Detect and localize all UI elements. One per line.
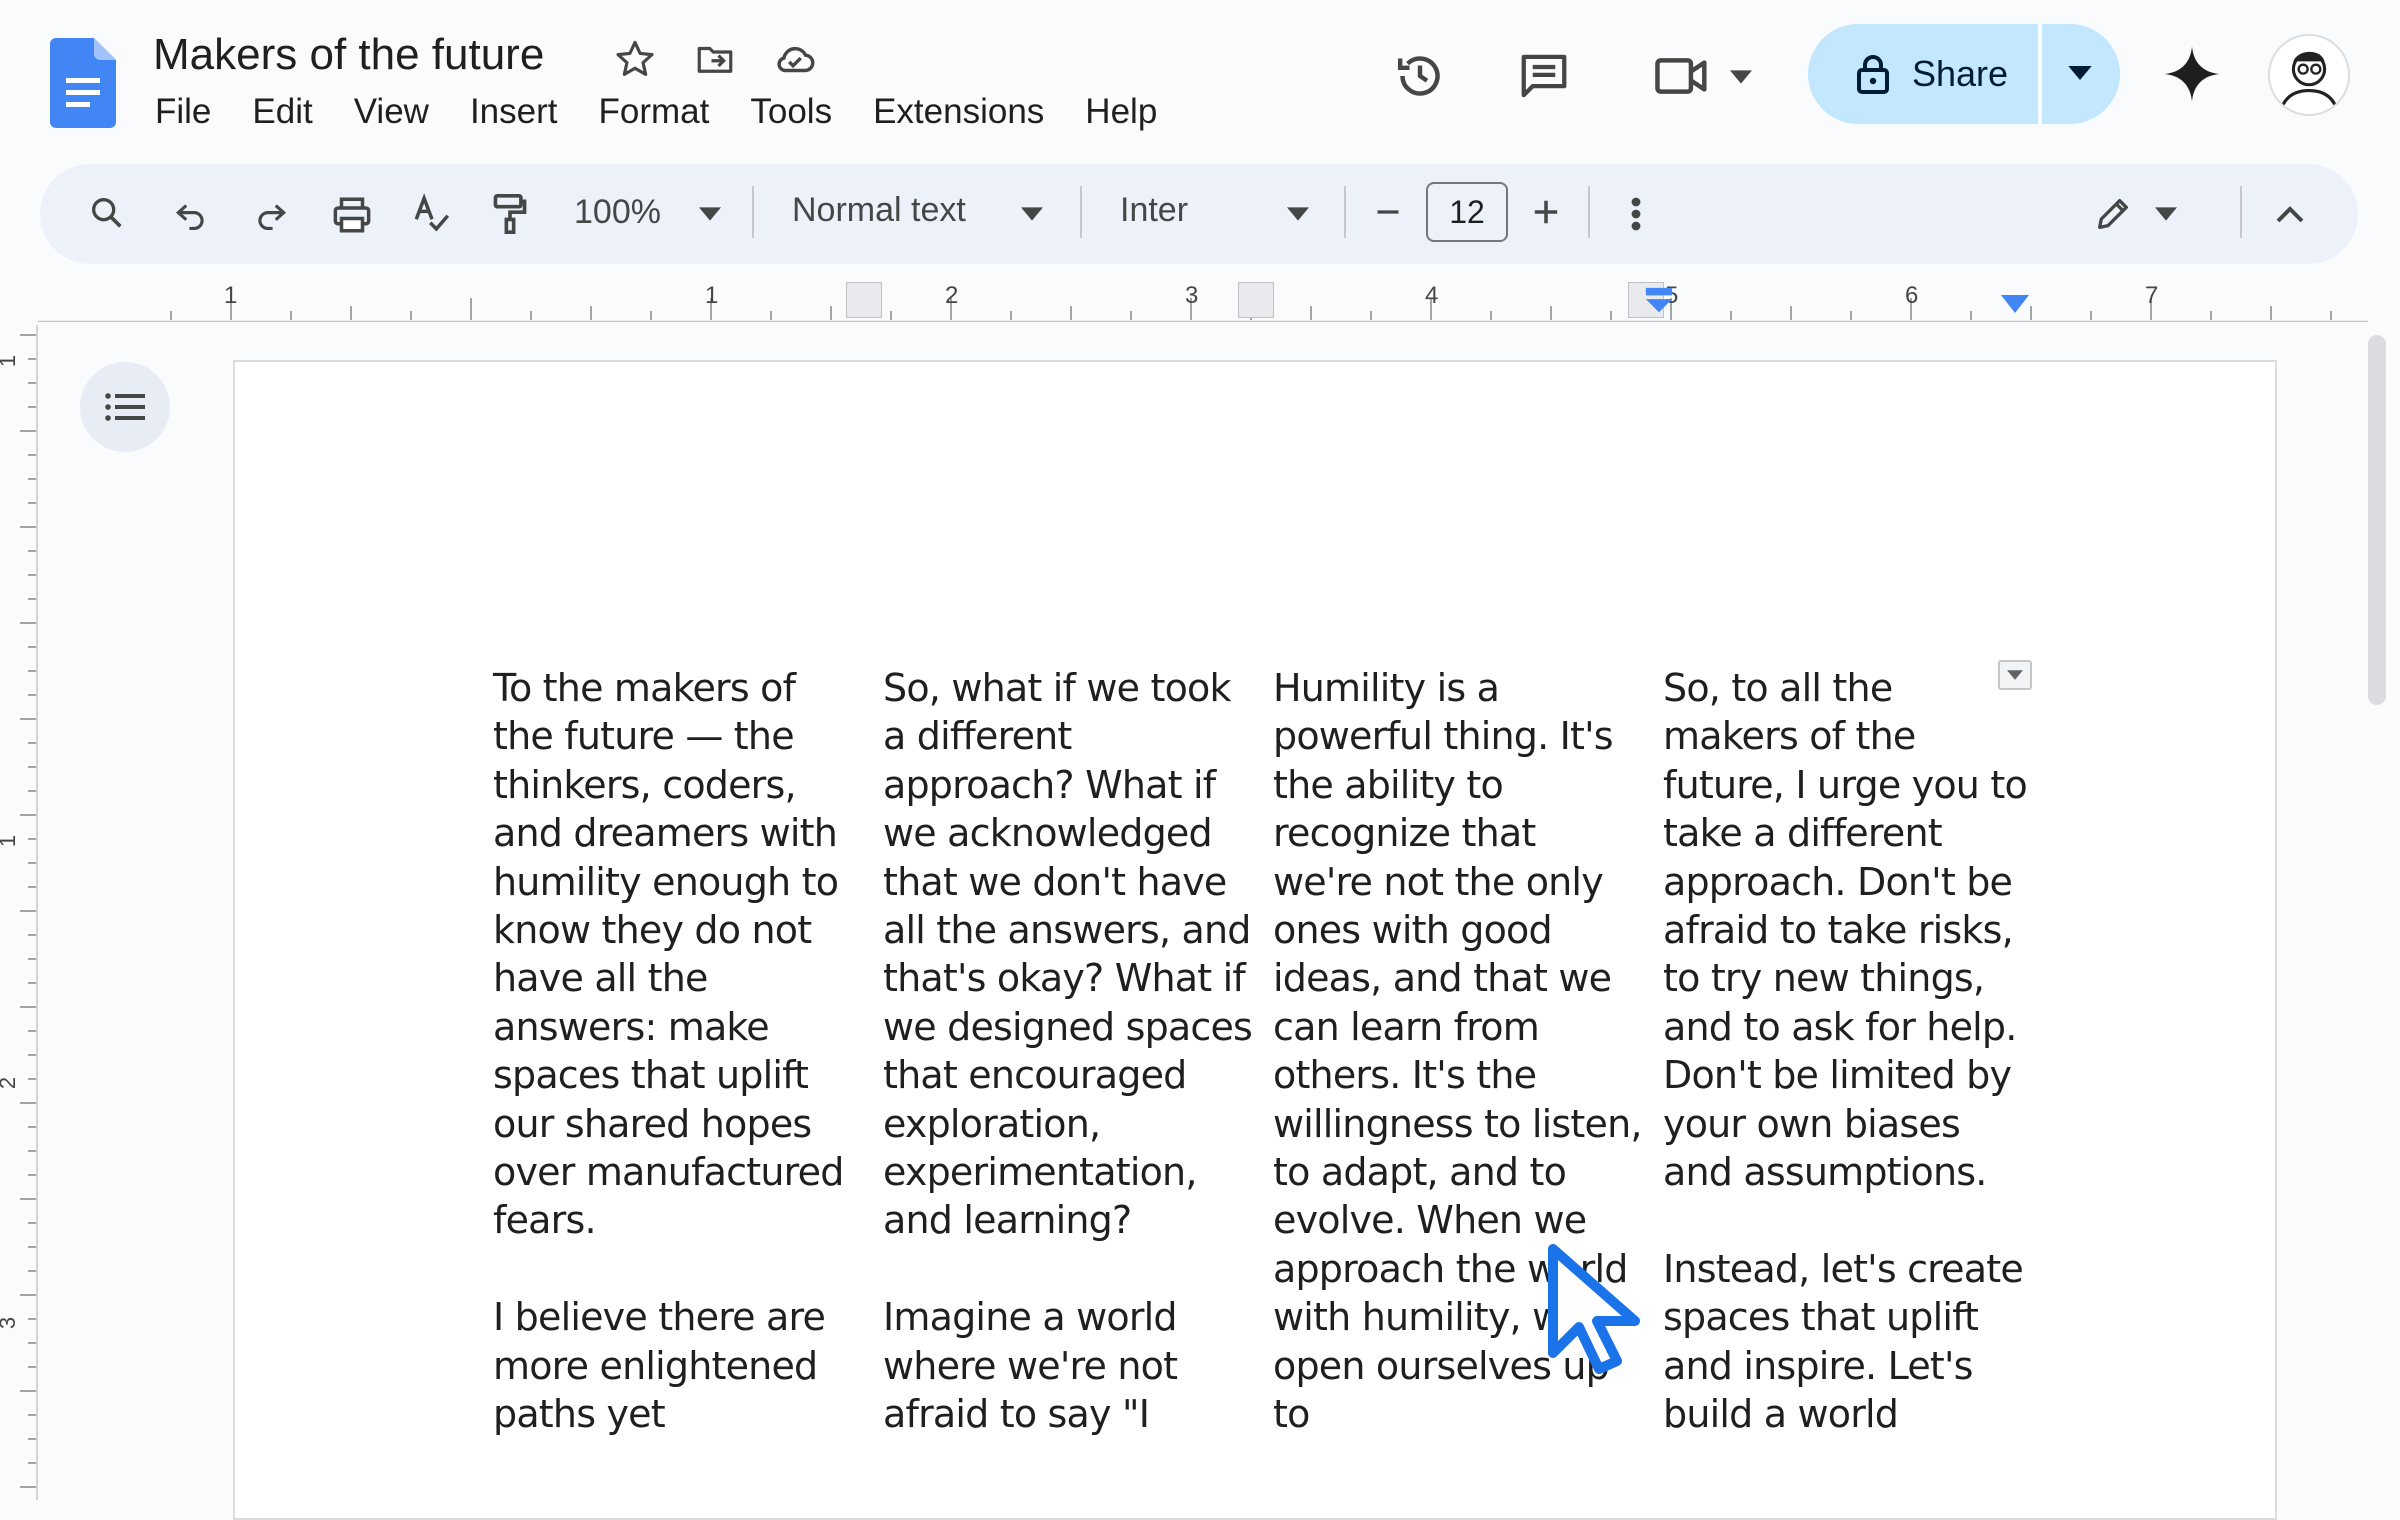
editing-mode-dropdown-icon[interactable] <box>2152 200 2180 228</box>
document-outline-button[interactable] <box>80 362 170 452</box>
paragraph: Instead, let's create spaces that uplift… <box>1663 1246 2024 1437</box>
toolbar-divider <box>2240 186 2242 238</box>
toolbar-divider <box>1588 186 1590 238</box>
font-select[interactable]: Inter <box>1120 191 1188 230</box>
menu-bar: File Edit View Insert Format Tools Exten… <box>155 92 1198 132</box>
chevron-down-icon <box>2007 670 2023 680</box>
indent-marker-icon[interactable] <box>1644 286 1674 316</box>
share-label: Share <box>1912 53 2009 94</box>
hide-menus-chevron-up-icon[interactable] <box>2270 196 2310 232</box>
meet-dropdown-icon[interactable] <box>1726 62 1756 92</box>
docs-logo-icon[interactable] <box>50 38 116 128</box>
paragraph: So, what if we took a different approach… <box>883 666 1253 1243</box>
ruler-tick-label: 4 <box>1425 282 1439 309</box>
menu-view[interactable]: View <box>354 92 429 132</box>
menu-edit[interactable]: Edit <box>252 92 312 132</box>
vertical-ruler-label: 3 <box>0 1317 21 1329</box>
ruler-tick-label: 3 <box>1185 282 1199 309</box>
undo-icon[interactable] <box>168 192 214 238</box>
meet-icon[interactable] <box>1650 46 1714 106</box>
font-size-input[interactable]: 12 <box>1426 182 1508 242</box>
gemini-icon[interactable] <box>2158 40 2226 108</box>
menu-tools[interactable]: Tools <box>750 92 832 132</box>
menu-file[interactable]: File <box>155 92 211 132</box>
ruler-tick-label: 1 <box>224 282 238 309</box>
text-column-2[interactable]: So, what if we took a different approach… <box>883 664 1253 1438</box>
star-icon[interactable] <box>610 34 660 84</box>
paragraph: So, to all the makers of the future, I u… <box>1663 666 2028 1195</box>
paragraph: Imagine a world where we're not afraid t… <box>883 1295 1178 1437</box>
share-button[interactable]: Share <box>1808 24 2038 124</box>
editing-mode-icon[interactable] <box>2088 190 2138 238</box>
toolbar-divider <box>1344 186 1346 238</box>
vertical-ruler-label: 2 <box>0 1077 21 1089</box>
text-column-1[interactable]: To the makers of the future — the thinke… <box>493 664 863 1438</box>
menu-insert[interactable]: Insert <box>470 92 558 132</box>
search-menus-icon[interactable] <box>84 190 130 236</box>
spellcheck-icon[interactable] <box>408 190 456 238</box>
style-dropdown-icon[interactable] <box>1018 200 1046 228</box>
column-marker-handle[interactable] <box>1238 282 1274 318</box>
mouse-pointer-icon <box>1540 1236 1670 1386</box>
menu-extensions[interactable]: Extensions <box>873 92 1044 132</box>
more-options-icon[interactable] <box>1616 192 1656 236</box>
right-indent-marker-icon[interactable] <box>2000 292 2030 316</box>
column-marker-handle[interactable] <box>846 282 882 318</box>
lock-icon <box>1856 54 1890 94</box>
toolbar-divider <box>1080 186 1082 238</box>
zoom-select[interactable]: 100% <box>574 193 661 232</box>
version-history-icon[interactable] <box>1390 46 1450 106</box>
toolbar-divider <box>752 186 754 238</box>
outline-list-icon <box>105 392 145 422</box>
paragraph-style-select[interactable]: Normal text <box>792 191 966 230</box>
ruler-tick-label: 1 <box>705 282 719 309</box>
share-dropdown-button[interactable] <box>2040 24 2120 124</box>
paragraph: I believe there are more enlightened pat… <box>493 1295 826 1437</box>
vertical-scrollbar[interactable] <box>2368 335 2386 705</box>
document-title[interactable]: Makers of the future <box>153 30 544 80</box>
cloud-saved-icon[interactable] <box>770 34 820 84</box>
text-column-4[interactable]: So, to all the makers of the future, I u… <box>1663 664 2033 1438</box>
vertical-ruler-label: 1 <box>0 835 21 847</box>
vertical-ruler-label: 1 <box>0 355 21 367</box>
chevron-down-icon <box>2068 66 2092 80</box>
column-options-dropdown[interactable] <box>1998 660 2032 690</box>
decrease-font-size-icon[interactable] <box>1368 192 1408 232</box>
ruler-tick-label: 2 <box>945 282 959 309</box>
paint-format-icon[interactable] <box>486 190 534 238</box>
menu-help[interactable]: Help <box>1085 92 1157 132</box>
increase-font-size-icon[interactable] <box>1526 192 1566 232</box>
menu-format[interactable]: Format <box>599 92 710 132</box>
ruler-tick-label: 7 <box>2145 282 2159 309</box>
print-icon[interactable] <box>328 192 376 238</box>
ruler-tick-label: 6 <box>1905 282 1919 309</box>
paragraph: To the makers of the future — the thinke… <box>493 666 844 1243</box>
zoom-dropdown-icon[interactable] <box>696 200 724 228</box>
user-avatar[interactable] <box>2268 34 2350 116</box>
font-dropdown-icon[interactable] <box>1284 200 1312 228</box>
toolbar <box>40 164 2358 264</box>
redo-icon[interactable] <box>248 192 294 238</box>
move-to-folder-icon[interactable] <box>690 34 740 84</box>
comments-icon[interactable] <box>1514 46 1574 106</box>
